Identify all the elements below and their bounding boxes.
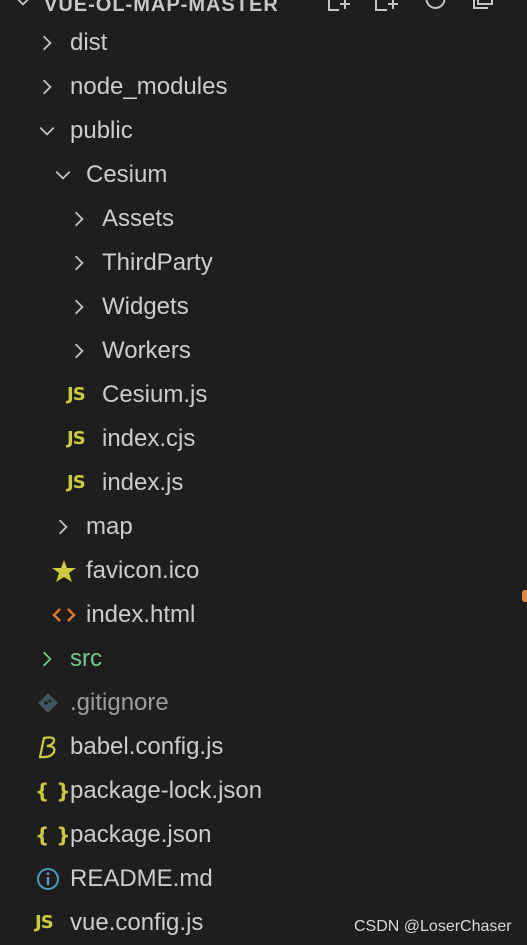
chevron-right-icon[interactable]: [38, 78, 56, 96]
chevron-right-icon[interactable]: [70, 210, 88, 228]
tree-item-label: index.js: [102, 469, 184, 496]
new-folder-icon[interactable]: [374, 0, 400, 12]
collapse-all-icon[interactable]: [470, 0, 496, 12]
file-readme-md[interactable]: README.md: [0, 857, 527, 901]
chevron-right-icon[interactable]: [38, 650, 56, 668]
tree-item-label: index.html: [86, 601, 196, 628]
file-index-js[interactable]: JS index.js: [0, 461, 527, 505]
chevron-down-icon[interactable]: [54, 166, 72, 184]
js-file-icon: JS: [35, 912, 54, 933]
refresh-icon[interactable]: [422, 0, 448, 12]
new-file-icon[interactable]: [326, 0, 352, 12]
chevron-right-icon[interactable]: [54, 518, 72, 536]
folder-workers[interactable]: Workers: [0, 329, 527, 373]
tree-item-label: favicon.ico: [86, 557, 200, 584]
folder-cesium[interactable]: Cesium: [0, 153, 527, 197]
tree-item-label: Assets: [102, 205, 175, 232]
chevron-right-icon[interactable]: [70, 342, 88, 360]
json-file-icon: { }: [35, 779, 71, 803]
js-file-icon: JS: [67, 428, 86, 449]
file-package-json[interactable]: { } package.json: [0, 813, 527, 857]
folder-widgets[interactable]: Widgets: [0, 285, 527, 329]
folder-thirdparty[interactable]: ThirdParty: [0, 241, 527, 285]
tree-item-label: ThirdParty: [102, 249, 213, 276]
info-icon: [37, 868, 59, 890]
js-file-icon: JS: [67, 384, 86, 405]
chevron-down-icon: [17, 0, 29, 6]
folder-dist[interactable]: dist: [0, 21, 527, 65]
folder-src[interactable]: src: [0, 637, 527, 681]
tree-item-label: babel.config.js: [70, 733, 224, 760]
chevron-right-icon[interactable]: [70, 254, 88, 272]
folder-node-modules[interactable]: node_modules: [0, 65, 527, 109]
chevron-down-icon[interactable]: [38, 122, 56, 140]
watermark: CSDN @LoserChaser: [354, 918, 512, 935]
babel-icon: [38, 736, 56, 759]
chevron-right-icon[interactable]: [70, 298, 88, 316]
json-file-icon: { }: [35, 823, 71, 847]
tree-item-label: map: [86, 513, 133, 540]
git-file-icon: [38, 693, 58, 713]
tree-item-label: Widgets: [102, 293, 189, 320]
file-cesium-js[interactable]: JS Cesium.js: [0, 373, 527, 417]
tree-item-label: dist: [70, 29, 108, 56]
tree-item-label: index.cjs: [102, 425, 196, 452]
tree-item-label: Cesium: [86, 161, 168, 188]
file-favicon-ico[interactable]: favicon.ico: [0, 549, 527, 593]
folder-map[interactable]: map: [0, 505, 527, 549]
html-file-icon: [52, 608, 76, 622]
chevron-right-icon[interactable]: [38, 34, 56, 52]
project-title: VUE-OL-MAP-MASTER: [44, 0, 279, 16]
scroll-decoration-mark: [522, 590, 527, 602]
folder-public[interactable]: public: [0, 109, 527, 153]
tree-item-label: vue.config.js: [70, 909, 204, 936]
file-babel-config-js[interactable]: babel.config.js: [0, 725, 527, 769]
folder-assets[interactable]: Assets: [0, 197, 527, 241]
tree-item-label: src: [70, 645, 102, 672]
tree-item-label: node_modules: [70, 73, 228, 100]
file-gitignore[interactable]: .gitignore: [0, 681, 527, 725]
file-index-html[interactable]: index.html: [0, 593, 527, 637]
tree-item-label: Cesium.js: [102, 381, 208, 408]
tree-item-label: package-lock.json: [70, 777, 263, 804]
tree-item-label: .gitignore: [70, 689, 169, 716]
tree-item-label: Workers: [102, 337, 191, 364]
js-file-icon: JS: [67, 472, 86, 493]
file-explorer: VUE-OL-MAP-MASTER dist node_modulespublic…: [0, 0, 527, 945]
file-package-lock-json[interactable]: { } package-lock.json: [0, 769, 527, 813]
tree-item-label: README.md: [70, 865, 213, 892]
tree-item-label: package.json: [70, 821, 212, 848]
star-icon: [52, 560, 76, 582]
tree-item-label: public: [70, 117, 133, 144]
explorer-header[interactable]: VUE-OL-MAP-MASTER: [0, 0, 527, 22]
file-index-cjs[interactable]: JS index.cjs: [0, 417, 527, 461]
